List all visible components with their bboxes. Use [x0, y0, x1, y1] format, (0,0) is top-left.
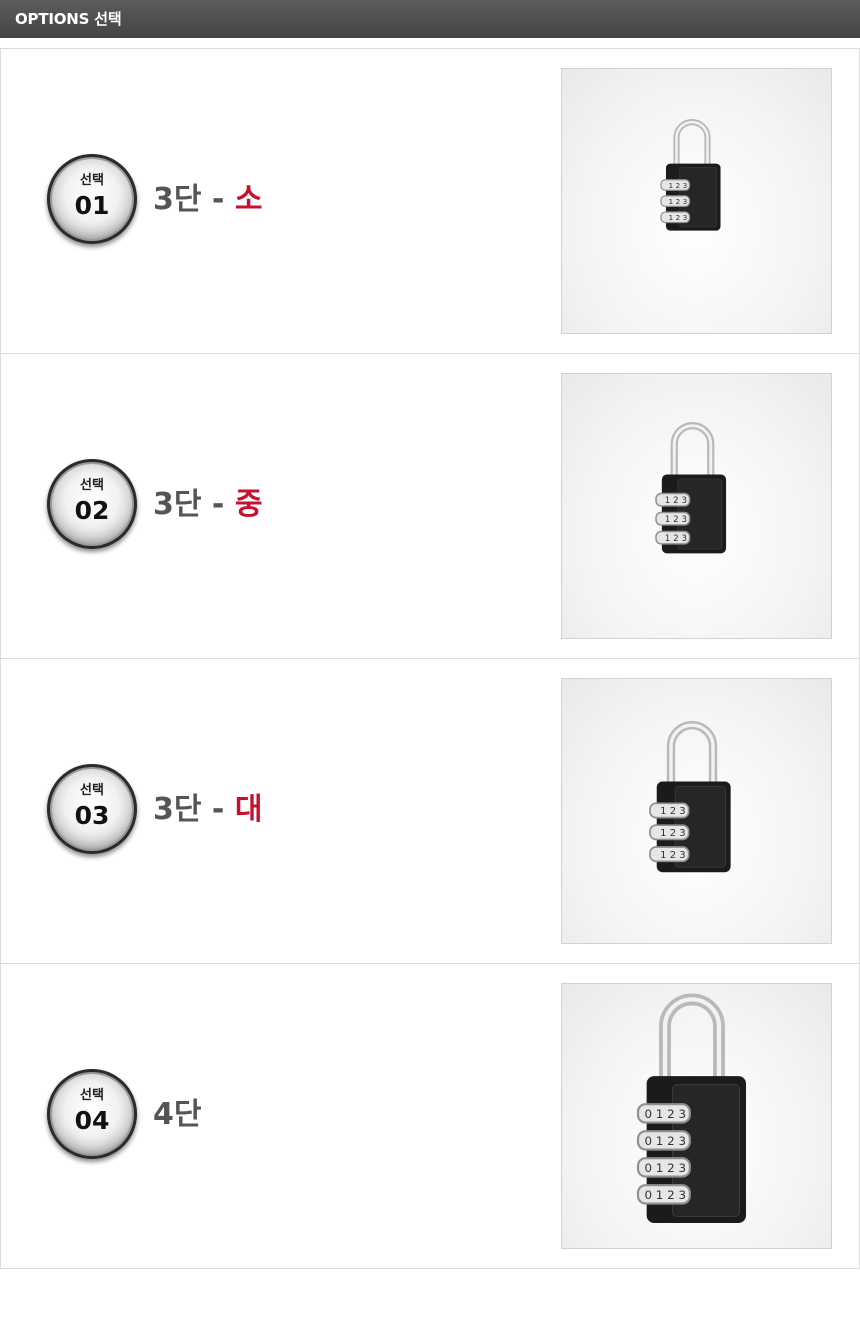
product-photo-padlock-small: 1 2 3 1 2 3 1 2 3 — [561, 68, 832, 334]
svg-text:1 2 3: 1 2 3 — [668, 197, 687, 206]
badge-label: 선택 — [80, 173, 104, 188]
option-badge: 선택 04 — [47, 1069, 137, 1159]
svg-text:0 1 2 3: 0 1 2 3 — [644, 1107, 686, 1121]
svg-text:1 2 3: 1 2 3 — [665, 515, 687, 525]
option-title: 3단 - 소 — [153, 182, 262, 218]
option-row-01[interactable]: 선택 01 3단 - 소 1 2 3 1 2 3 1 2 3 — [0, 48, 860, 354]
badge-number: 01 — [74, 191, 110, 220]
badge-number: 03 — [74, 801, 110, 830]
option-row-03[interactable]: 선택 03 3단 - 대 1 2 3 1 2 3 1 2 3 — [0, 658, 860, 964]
svg-text:0 1 2 3: 0 1 2 3 — [644, 1161, 686, 1175]
svg-text:0 1 2 3: 0 1 2 3 — [644, 1188, 686, 1202]
svg-text:1 2 3: 1 2 3 — [660, 828, 686, 839]
svg-text:1 2 3: 1 2 3 — [660, 850, 686, 861]
svg-text:0 1 2 3: 0 1 2 3 — [644, 1134, 686, 1148]
padlock-icon: 0 1 2 3 0 1 2 3 0 1 2 3 0 1 2 3 — [636, 993, 746, 1223]
svg-text:1 2 3: 1 2 3 — [665, 496, 687, 506]
svg-text:1 2 3: 1 2 3 — [660, 806, 686, 817]
product-photo-padlock-4-dial: 0 1 2 3 0 1 2 3 0 1 2 3 0 1 2 3 — [561, 983, 832, 1249]
option-row-04[interactable]: 선택 04 4단 0 1 2 3 0 1 2 3 0 1 2 3 0 1 2 3 — [0, 963, 860, 1269]
svg-text:1 2 3: 1 2 3 — [668, 181, 687, 190]
badge-label: 선택 — [80, 1088, 104, 1103]
option-title: 3단 - 대 — [153, 792, 262, 828]
option-row-02[interactable]: 선택 02 3단 - 중 1 2 3 1 2 3 1 2 3 — [0, 353, 860, 659]
option-name: 3단 - — [153, 182, 235, 217]
option-name: 4단 — [153, 1097, 202, 1132]
badge-label: 선택 — [80, 478, 104, 493]
option-size: 대 — [234, 792, 263, 827]
option-size: 중 — [234, 487, 263, 522]
option-name: 3단 - — [153, 487, 235, 522]
option-size: 소 — [234, 182, 263, 217]
svg-text:1 2 3: 1 2 3 — [668, 213, 687, 222]
badge-number: 04 — [74, 1106, 110, 1135]
option-name: 3단 - — [153, 792, 235, 827]
badge-number: 02 — [74, 496, 110, 525]
option-title: 4단 — [153, 1097, 201, 1133]
product-photo-padlock-large: 1 2 3 1 2 3 1 2 3 — [561, 678, 832, 944]
option-badge: 선택 02 — [47, 459, 137, 549]
option-badge: 선택 01 — [47, 154, 137, 244]
product-photo-padlock-medium: 1 2 3 1 2 3 1 2 3 — [561, 373, 832, 639]
badge-label: 선택 — [80, 783, 104, 798]
options-header: OPTIONS 선택 — [0, 0, 860, 38]
padlock-icon: 1 2 3 1 2 3 1 2 3 — [660, 119, 721, 231]
padlock-icon: 1 2 3 1 2 3 1 2 3 — [655, 422, 727, 554]
option-title: 3단 - 중 — [153, 487, 262, 523]
option-badge: 선택 03 — [47, 764, 137, 854]
svg-text:1 2 3: 1 2 3 — [665, 534, 687, 544]
padlock-icon: 1 2 3 1 2 3 1 2 3 — [649, 721, 731, 873]
